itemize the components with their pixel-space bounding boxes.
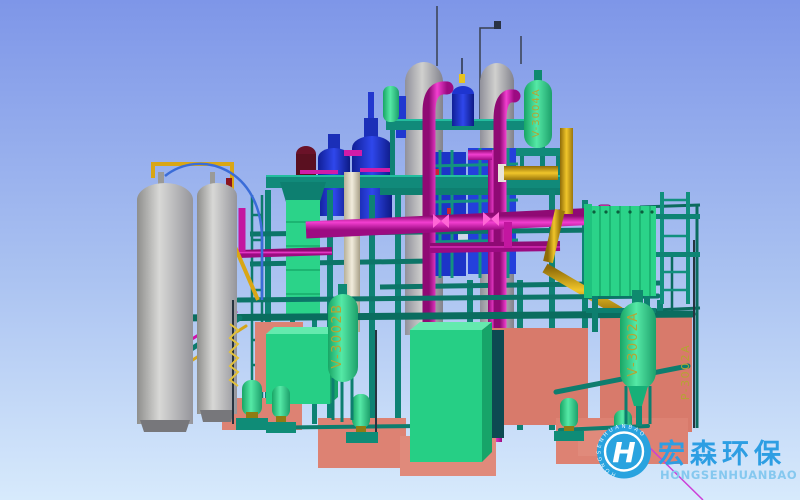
vessel-v3002b: V-3002B: [328, 284, 358, 422]
logo-name-en: HONGSENHUANBAO: [660, 468, 797, 482]
label-p3002a: P-3002A: [679, 344, 692, 400]
label-v3002a: V-3002A: [626, 311, 641, 376]
small-green-drum: [383, 86, 399, 122]
vessel-v3002a: V-3002A: [620, 290, 656, 426]
green-box-tank-center: [410, 322, 492, 462]
plant-3d-render: V-3004A: [0, 0, 800, 500]
plant-3d-render-viewport: V-3004A: [0, 0, 800, 500]
label-v3004a: V-3004A: [531, 88, 542, 137]
label-v3002b: V-3002B: [330, 303, 345, 368]
logo-h-mark: H: [612, 436, 635, 469]
logo-name-cn: 宏森环保: [658, 438, 786, 470]
